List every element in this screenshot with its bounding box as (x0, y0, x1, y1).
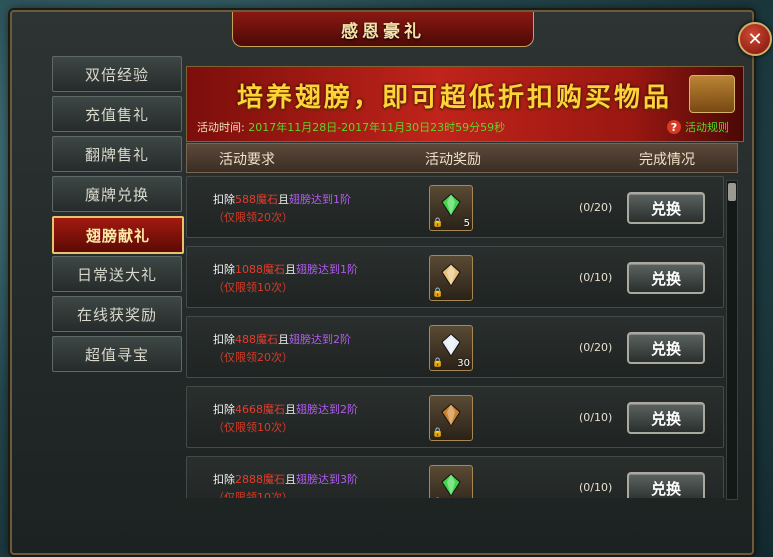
bronze-coin-icon (441, 403, 461, 427)
lock-icon: 🔒 (432, 428, 444, 438)
sidebar-item-4[interactable]: 翅膀献礼 (52, 216, 184, 254)
claim-limit: （仅限领10次） (213, 421, 293, 434)
green-gem-icon (441, 473, 461, 497)
cost-amount: 1088魔石 (235, 263, 285, 276)
wing-condition: 翅膀达到2阶 (296, 403, 358, 416)
help-icon: ? (667, 120, 681, 134)
green-gem-icon (441, 193, 461, 217)
deduct-label: 扣除 (213, 473, 235, 486)
table-header: 活动要求 活动奖励 完成情况 (186, 143, 738, 173)
wing-condition: 翅膀达到3阶 (296, 473, 358, 486)
deduct-label: 扣除 (213, 403, 235, 416)
requirement-text: 扣除1088魔石且翅膀达到1阶 （仅限领10次） (213, 261, 358, 297)
sidebar-item-6[interactable]: 在线获奖励 (52, 296, 182, 332)
and-label: 且 (285, 473, 296, 486)
progress-count: (0/10) (579, 271, 613, 284)
and-label: 且 (278, 333, 289, 346)
close-button[interactable]: ✕ (738, 22, 772, 56)
requirement-text: 扣除2888魔石且翅膀达到3阶 （仅限领10次） (213, 471, 358, 498)
table-row: 扣除2888魔石且翅膀达到3阶（仅限领10次） 🔒10 (0/10) 兑换 (186, 456, 724, 498)
lock-icon: 🔒 (432, 358, 444, 368)
progress-count: (0/20) (579, 341, 613, 354)
and-label: 且 (278, 193, 289, 206)
event-banner: 培养翅膀，即可超低折扣购买物品 活动时间: 2017年11月28日-2017年1… (186, 66, 744, 142)
feather-icon (441, 333, 461, 357)
claim-limit: （仅限领20次） (213, 211, 293, 224)
cost-amount: 2888魔石 (235, 473, 285, 486)
sidebar-item-2[interactable]: 翻牌售礼 (52, 136, 182, 172)
event-time-label: 活动时间: (197, 121, 245, 134)
reward-item-slot[interactable]: 🔒 5 (429, 185, 473, 231)
cost-amount: 488魔石 (235, 333, 278, 346)
table-row: 扣除588魔石且翅膀达到1阶 （仅限领20次） 🔒 5 (0/20) 兑换 (186, 176, 724, 238)
scrollbar-thumb[interactable] (728, 183, 736, 201)
lock-icon: 🔒 (432, 288, 444, 298)
reward-item-slot[interactable]: 🔒 (429, 395, 473, 441)
redeem-button[interactable]: 兑换 (627, 402, 705, 434)
reward-item-slot[interactable]: 🔒 30 (429, 325, 473, 371)
sidebar-item-0[interactable]: 双倍经验 (52, 56, 182, 92)
item-quantity: 5 (463, 218, 470, 229)
redeem-button[interactable]: 兑换 (627, 472, 705, 498)
sidebar-item-3[interactable]: 魔牌兑换 (52, 176, 182, 212)
table-row: 扣除1088魔石且翅膀达到1阶 （仅限领10次） 🔒 (0/10) 兑换 (186, 246, 724, 308)
header-reward: 活动奖励 (425, 152, 481, 168)
item-quantity: 30 (457, 358, 470, 369)
close-icon: ✕ (747, 28, 763, 50)
and-label: 且 (285, 263, 296, 276)
progress-count: (0/20) (579, 201, 613, 214)
rules-link[interactable]: ? 活动规则 (667, 119, 729, 135)
reward-item-slot[interactable]: 🔒 (429, 255, 473, 301)
progress-count: (0/10) (579, 411, 613, 424)
redeem-button[interactable]: 兑换 (627, 332, 705, 364)
deduct-label: 扣除 (213, 263, 235, 276)
and-label: 且 (285, 403, 296, 416)
sidebar-item-7[interactable]: 超值寻宝 (52, 336, 182, 372)
banner-headline: 培养翅膀，即可超低折扣购买物品 (237, 83, 673, 113)
deduct-label: 扣除 (213, 333, 235, 346)
window-titlebar: 感恩豪礼 (232, 12, 534, 47)
cost-amount: 4668魔石 (235, 403, 285, 416)
requirement-text: 扣除588魔石且翅膀达到1阶 （仅限领20次） (213, 191, 351, 227)
claim-limit: （仅限领10次） (213, 491, 293, 498)
header-requirement: 活动要求 (219, 152, 275, 168)
redeem-button[interactable]: 兑换 (627, 192, 705, 224)
lock-icon: 🔒 (432, 218, 444, 228)
progress-count: (0/10) (579, 481, 613, 494)
redeem-button[interactable]: 兑换 (627, 262, 705, 294)
rules-link-label: 活动规则 (685, 121, 729, 134)
reward-list: 扣除588魔石且翅膀达到1阶 （仅限领20次） 🔒 5 (0/20) 兑换 扣除1088魔石… (186, 176, 724, 498)
reward-item-slot[interactable]: 🔒10 (429, 465, 473, 498)
event-time: 活动时间: 2017年11月28日-2017年11月30日23时59分59秒 (197, 119, 505, 135)
table-row: 扣除4668魔石且翅膀达到2阶 （仅限领10次） 🔒 (0/10) 兑换 (186, 386, 724, 448)
gold-rune-icon (441, 263, 461, 287)
claim-limit: （仅限领20次） (213, 351, 293, 364)
header-status: 完成情况 (639, 152, 695, 168)
table-row: 扣除488魔石且翅膀达到2阶 （仅限领20次） 🔒 30 (0/20) 兑换 (186, 316, 724, 378)
event-time-value: 2017年11月28日-2017年11月30日23时59分59秒 (248, 121, 506, 134)
wing-condition: 翅膀达到1阶 (296, 263, 358, 276)
requirement-text: 扣除488魔石且翅膀达到2阶 （仅限领20次） (213, 331, 351, 367)
wing-condition: 翅膀达到1阶 (289, 193, 351, 206)
cost-amount: 588魔石 (235, 193, 278, 206)
scrollbar[interactable] (726, 180, 738, 500)
deduct-label: 扣除 (213, 193, 235, 206)
claim-limit: （仅限领10次） (213, 281, 293, 294)
window-title: 感恩豪礼 (341, 21, 425, 42)
wing-condition: 翅膀达到2阶 (289, 333, 351, 346)
sidebar-item-1[interactable]: 充值售礼 (52, 96, 182, 132)
sidebar-item-5[interactable]: 日常送大礼 (52, 256, 182, 292)
requirement-text: 扣除4668魔石且翅膀达到2阶 （仅限领10次） (213, 401, 358, 437)
